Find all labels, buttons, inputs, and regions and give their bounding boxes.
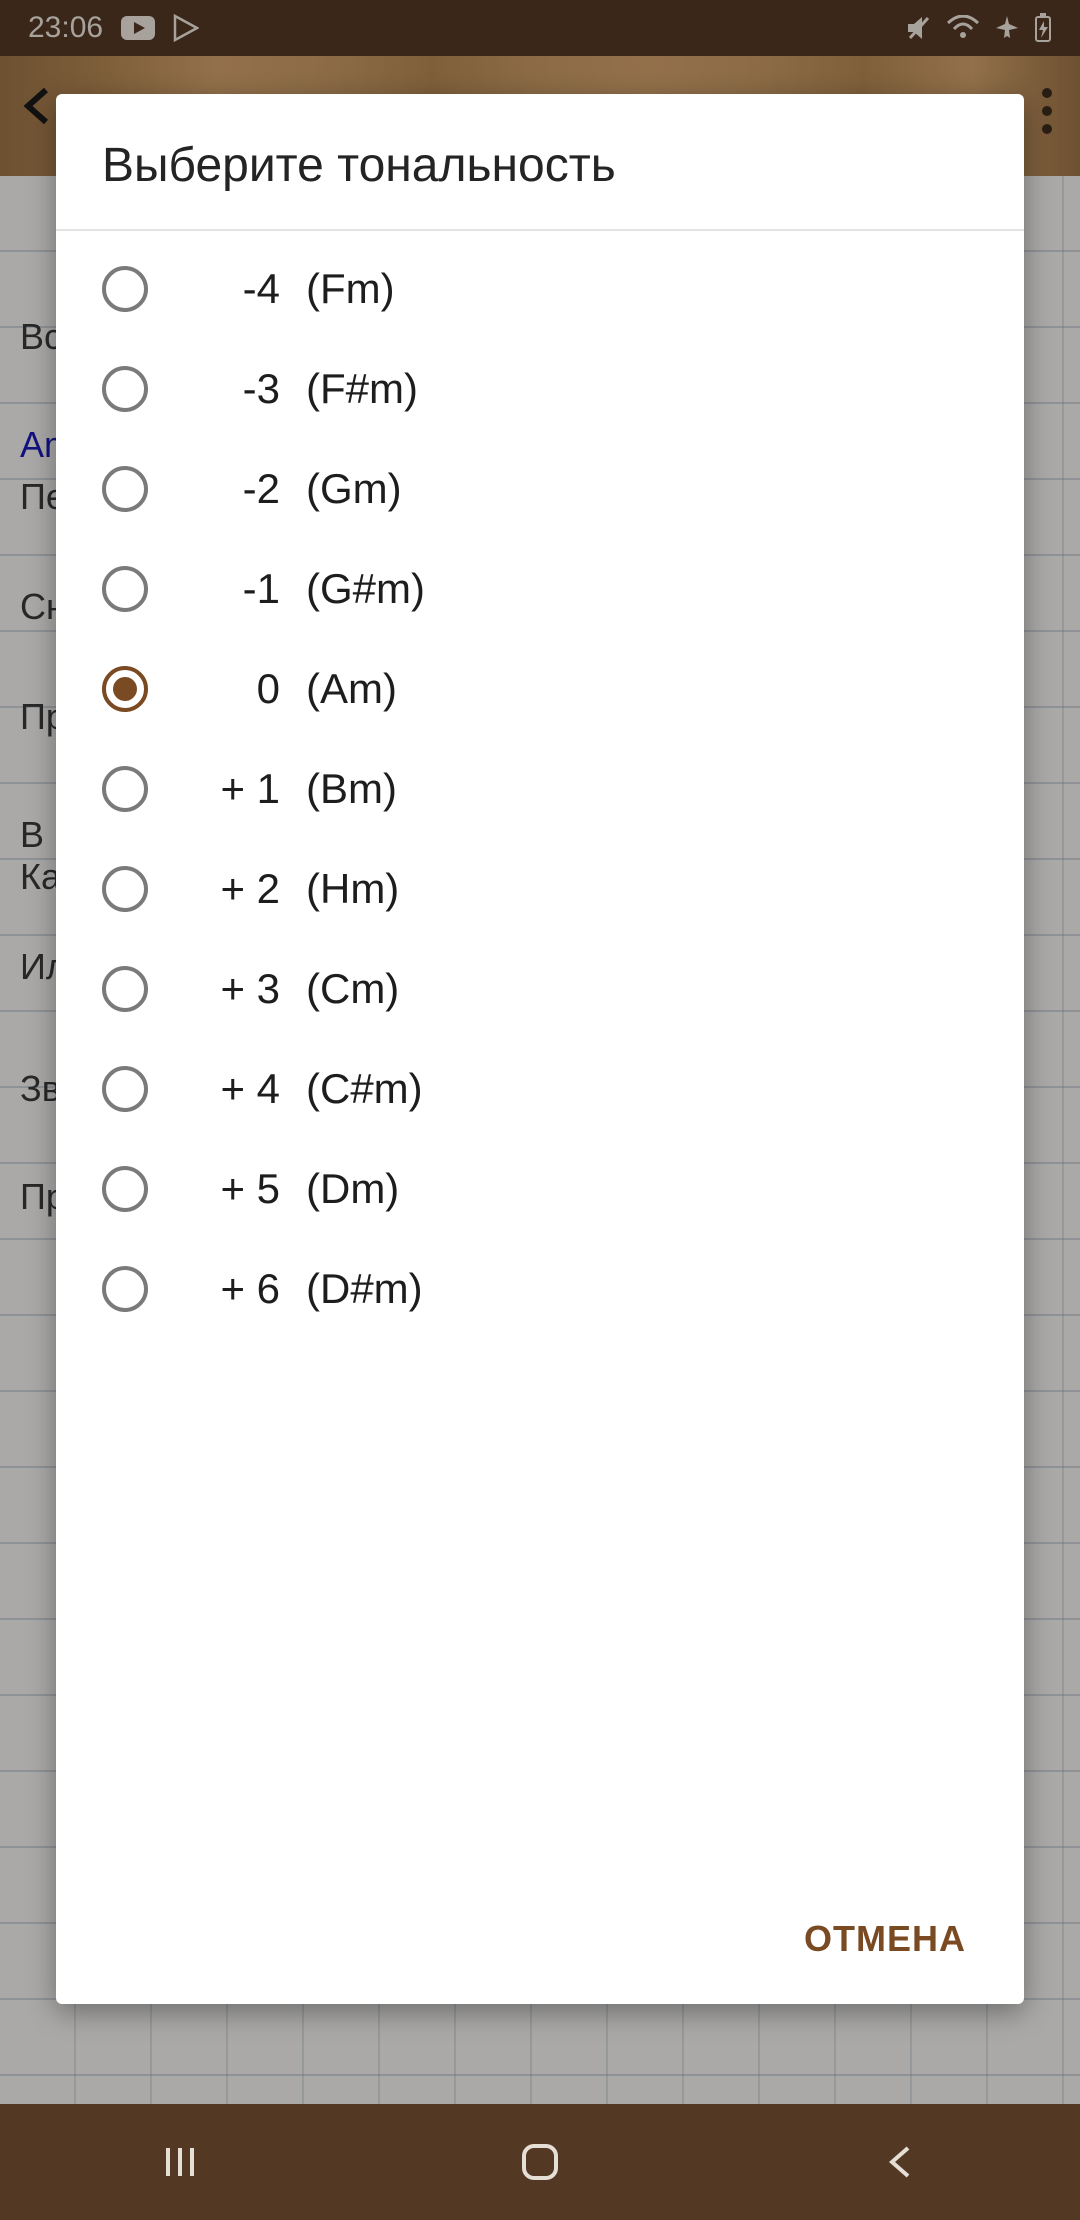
radio-indicator[interactable] [102,966,148,1012]
back-button[interactable] [862,2124,938,2200]
transpose-option[interactable]: + 2(Hm) [56,839,1024,939]
transpose-option[interactable]: + 6(D#m) [56,1239,1024,1339]
transpose-option-label: + 1(Bm) [196,765,397,813]
transpose-dialog: Выберите тональность -4(Fm) -3(F#m) -2(Gm)… [56,94,1024,2004]
radio-indicator[interactable] [102,766,148,812]
recents-button[interactable] [142,2124,218,2200]
transpose-option[interactable]: + 5(Dm) [56,1139,1024,1239]
radio-indicator[interactable] [102,666,148,712]
radio-indicator[interactable] [102,1266,148,1312]
radio-indicator[interactable] [102,1066,148,1112]
cancel-button[interactable]: ОТМЕНА [786,1904,984,1974]
transpose-options-list: -4(Fm) -3(F#m) -2(Gm) -1(G#m) 0(Am) + 1(Bm) + … [56,231,1024,1880]
transpose-option-label: 0(Am) [196,665,397,713]
transpose-option-label: -2(Gm) [196,465,402,513]
transpose-option[interactable]: -4(Fm) [56,239,1024,339]
radio-indicator[interactable] [102,1166,148,1212]
transpose-option[interactable]: + 4(C#m) [56,1039,1024,1139]
radio-indicator[interactable] [102,566,148,612]
transpose-option[interactable]: -1(G#m) [56,539,1024,639]
transpose-option-label: -4(Fm) [196,265,395,313]
transpose-option[interactable]: + 1(Bm) [56,739,1024,839]
transpose-option[interactable]: -2(Gm) [56,439,1024,539]
transpose-option-label: + 3(Cm) [196,965,399,1013]
transpose-option-label: + 2(Hm) [196,865,399,913]
radio-indicator[interactable] [102,366,148,412]
transpose-option-label: -1(G#m) [196,565,425,613]
transpose-option[interactable]: + 3(Cm) [56,939,1024,1039]
home-button[interactable] [502,2124,578,2200]
transpose-option-label: + 5(Dm) [196,1165,399,1213]
radio-indicator[interactable] [102,466,148,512]
transpose-option-label: -3(F#m) [196,365,418,413]
radio-indicator[interactable] [102,266,148,312]
transpose-option-label: + 6(D#m) [196,1265,423,1313]
transpose-option[interactable]: -3(F#m) [56,339,1024,439]
transpose-option-label: + 4(C#m) [196,1065,423,1113]
radio-indicator[interactable] [102,866,148,912]
dialog-title: Выберите тональность [56,94,1024,231]
transpose-option[interactable]: 0(Am) [56,639,1024,739]
android-navbar [0,2104,1080,2220]
